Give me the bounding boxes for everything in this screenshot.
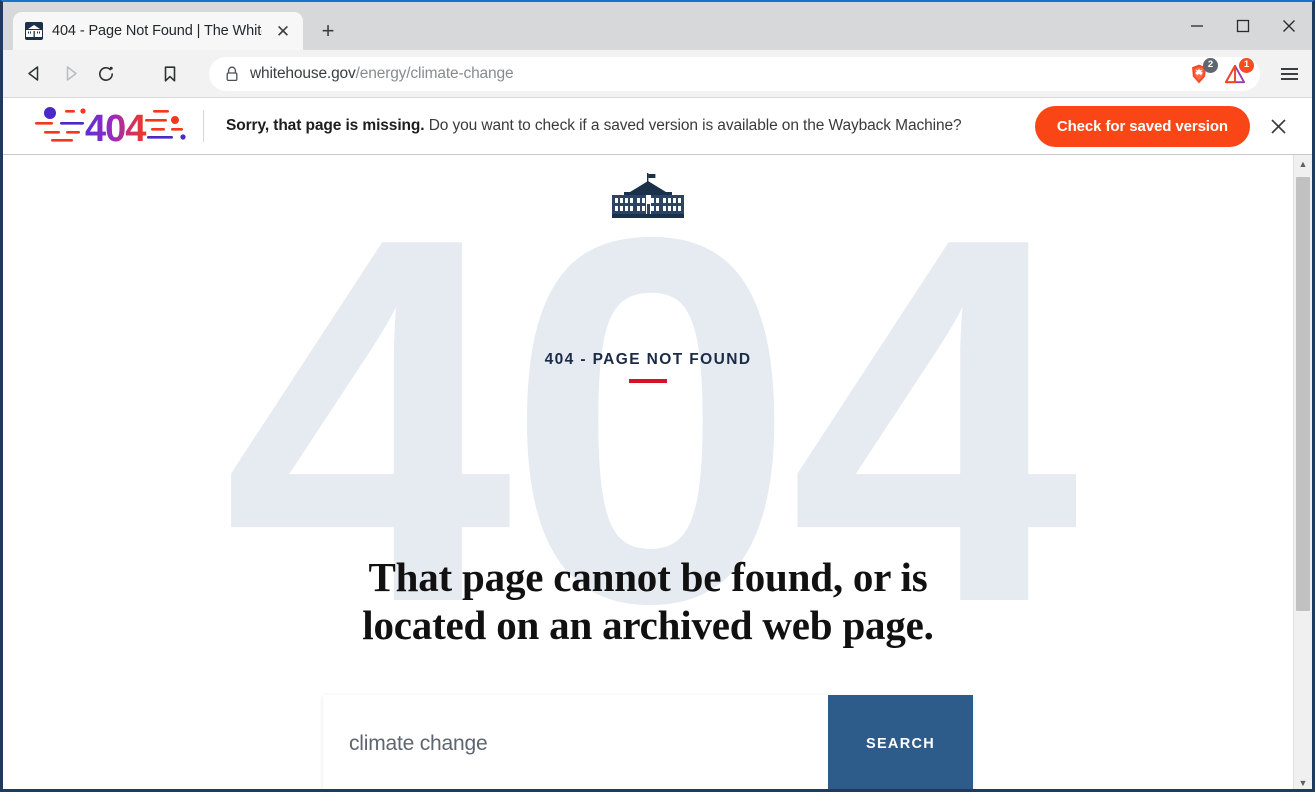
scroll-up-icon[interactable]: ▲ [1294,155,1312,173]
lock-icon [225,66,239,82]
extension-icons: 2 1 [1186,57,1254,87]
shields-badge: 2 [1203,57,1218,73]
headline-line-1: That page cannot be found, or is [368,554,928,600]
wayback-404-logo: 404 [25,101,195,151]
browser-menu-icon[interactable] [1274,57,1304,91]
banner-message-rest: Do you want to check if a saved version … [428,117,962,134]
bookmark-icon[interactable] [153,57,187,91]
page-content: 404 404 - PAGE NOT FOUND That page canno… [3,155,1293,789]
tab-bar: 404 - Page Not Found | The White House ✕… [3,2,1312,50]
banner-divider [203,110,204,142]
svg-text:404: 404 [85,108,146,150]
browser-window: 404 - Page Not Found | The White House ✕… [0,0,1315,792]
url-text: whitehouse.gov/energy/climate-change [250,65,1175,83]
brave-rewards-icon[interactable]: 1 [1222,57,1254,87]
search-button[interactable]: SEARCH [828,695,973,789]
maximize-icon[interactable] [1220,2,1266,50]
reload-icon[interactable] [89,57,123,91]
page-kicker-rule [629,379,667,383]
brave-shields-icon[interactable]: 2 [1186,57,1218,87]
headline-line-2: located on an archived web page. [362,602,934,649]
scroll-down-icon[interactable]: ▼ [1294,774,1312,789]
page-kicker-text: 404 - PAGE NOT FOUND [544,351,752,368]
page-kicker: 404 - PAGE NOT FOUND [3,351,1293,383]
banner-close-icon[interactable] [1258,106,1298,146]
whitehouse-favicon [25,22,43,40]
tab-title: 404 - Page Not Found | The White House [52,23,262,39]
navigation-toolbar: whitehouse.gov/energy/climate-change 2 1 [3,50,1312,98]
minimize-icon[interactable] [1174,2,1220,50]
page-scrollbar[interactable]: ▲ ▼ [1293,155,1312,789]
browser-tab[interactable]: 404 - Page Not Found | The White House ✕ [13,12,303,50]
url-path: /energy/climate-change [355,64,514,82]
site-search-form: SEARCH [323,695,973,789]
scrollbar-thumb[interactable] [1296,177,1310,611]
banner-message: Sorry, that page is missing. Do you want… [226,117,1035,135]
tab-close-icon[interactable]: ✕ [271,19,295,43]
address-bar[interactable]: whitehouse.gov/energy/climate-change 2 1 [209,56,1260,91]
wayback-machine-banner: 404 Sorry, that page is missing. Do you … [3,98,1312,155]
page-headline: That page cannot be found, or is located… [3,553,1293,650]
rewards-badge: 1 [1239,57,1254,73]
check-for-saved-version-button[interactable]: Check for saved version [1034,105,1250,147]
close-icon[interactable] [1266,2,1312,50]
new-tab-button[interactable]: + [311,14,345,48]
forward-icon[interactable] [53,57,87,91]
back-icon[interactable] [17,57,51,91]
window-controls [1174,2,1312,50]
url-host: whitehouse.gov [250,64,356,82]
search-input[interactable] [323,695,828,789]
banner-message-bold: Sorry, that page is missing. [226,117,425,134]
page-viewport: 404 404 - PAGE NOT FOUND That page canno… [3,155,1312,789]
